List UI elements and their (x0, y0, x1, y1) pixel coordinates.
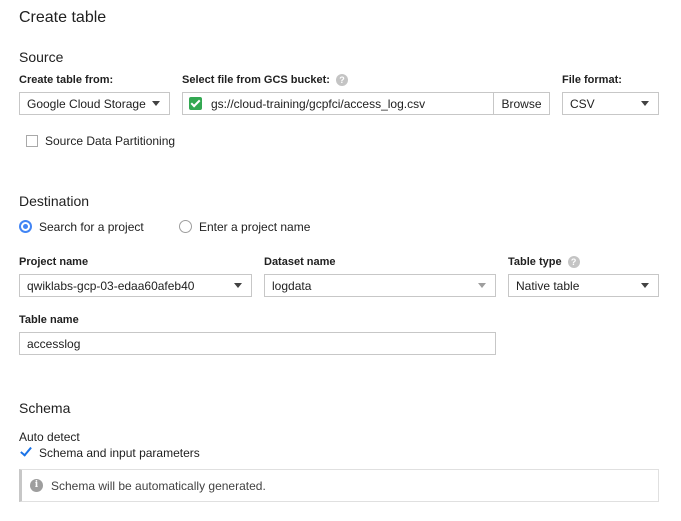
checkmark-icon (189, 97, 202, 110)
source-partitioning-checkbox[interactable] (26, 135, 38, 147)
table-type-value: Native table (516, 278, 580, 293)
schema-info-message: Schema will be automatically generated. (51, 478, 266, 493)
table-type-select[interactable]: Native table (508, 274, 659, 297)
project-name-value: qwiklabs-gcp-03-edaa60afeb40 (27, 278, 195, 293)
dataset-name-value: logdata (272, 278, 312, 293)
create-from-select[interactable]: Google Cloud Storage (19, 92, 170, 115)
file-format-label: File format: (562, 74, 622, 86)
radio-enter-project-label: Enter a project name (199, 220, 311, 234)
dropdown-caret-icon (641, 101, 649, 106)
project-name-select[interactable]: qwiklabs-gcp-03-edaa60afeb40 (19, 274, 252, 297)
schema-checkbox-label: Schema and input parameters (39, 446, 200, 460)
auto-detect-label: Auto detect (19, 430, 80, 444)
file-format-select[interactable]: CSV (562, 92, 659, 115)
radio-search-project[interactable] (19, 220, 32, 233)
file-format-value: CSV (570, 96, 595, 111)
table-name-label: Table name (19, 314, 79, 326)
source-partitioning-label: Source Data Partitioning (45, 134, 176, 148)
table-type-label-text: Table type (508, 256, 562, 268)
dataset-name-select[interactable]: logdata (264, 274, 496, 297)
browse-button[interactable]: Browse (493, 93, 549, 114)
dataset-name-label: Dataset name (264, 256, 336, 268)
table-type-label: Table type? (508, 256, 580, 269)
gcs-file-field[interactable]: gs://cloud-training/gcpfci/access_log.cs… (182, 92, 550, 115)
radio-enter-project[interactable] (179, 220, 192, 233)
radio-search-project-label: Search for a project (39, 220, 144, 234)
table-name-input[interactable]: accesslog (19, 332, 496, 355)
source-heading: Source (19, 49, 64, 65)
schema-auto-detect-checkbox[interactable] (19, 445, 33, 459)
schema-heading: Schema (19, 400, 71, 416)
gcs-path-input[interactable]: gs://cloud-training/gcpfci/access_log.cs… (211, 97, 493, 111)
help-icon[interactable]: ? (335, 74, 348, 87)
schema-info-banner: i Schema will be automatically generated… (19, 469, 659, 502)
dropdown-caret-icon (234, 283, 242, 288)
gcs-label-text: Select file from GCS bucket: (182, 74, 330, 86)
dropdown-caret-icon (152, 101, 160, 106)
dropdown-caret-icon (478, 283, 486, 288)
info-icon: i (30, 479, 43, 492)
help-icon[interactable]: ? (567, 256, 580, 269)
create-from-label: Create table from: (19, 74, 114, 86)
table-name-value: accesslog (27, 336, 81, 351)
dropdown-caret-icon (641, 283, 649, 288)
page-title: Create table (19, 9, 107, 26)
create-from-value: Google Cloud Storage (27, 96, 146, 111)
destination-heading: Destination (19, 193, 90, 209)
gcs-label: Select file from GCS bucket:? (182, 74, 348, 87)
project-name-label: Project name (19, 256, 89, 268)
